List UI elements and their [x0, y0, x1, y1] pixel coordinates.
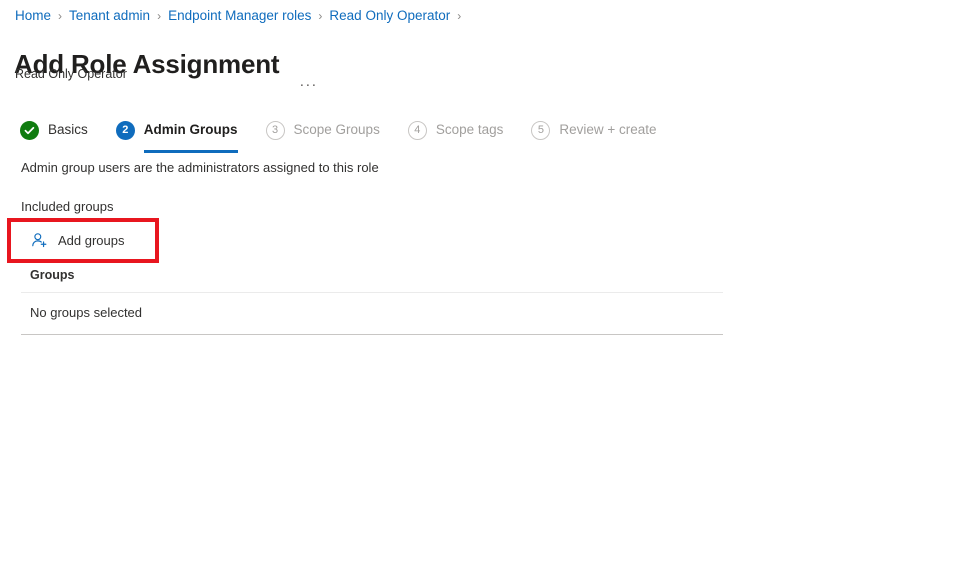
annotation-highlight-box: Add groups: [7, 218, 159, 263]
wizard-step-label-admin-groups: Admin Groups: [143, 122, 238, 137]
step-number-badge: 3: [265, 120, 285, 140]
breadcrumb-separator-icon: ›: [157, 9, 162, 23]
wizard-step-label-scope-groups: Scope Groups: [293, 122, 380, 137]
step-number-badge: 5: [531, 120, 551, 140]
wizard-step-admin-groups[interactable]: 2 Admin Groups: [115, 117, 238, 153]
check-icon: [20, 120, 39, 140]
add-user-icon: [31, 232, 58, 249]
breadcrumb-link-read-only-operator[interactable]: Read Only Operator: [329, 7, 450, 25]
wizard-step-review-create[interactable]: 5 Review + create: [531, 117, 657, 149]
section-description: Admin group users are the administrators…: [21, 160, 379, 175]
groups-table: Groups No groups selected: [21, 264, 723, 335]
page-subtitle: Read Only Operator: [15, 67, 127, 81]
wizard-step-label-basics: Basics: [48, 122, 88, 137]
wizard-step-label-scope-tags: Scope tags: [435, 122, 504, 137]
active-step-underline: [143, 150, 238, 153]
wizard-step-label-review-create: Review + create: [559, 122, 657, 137]
step-number-badge: 2: [115, 120, 135, 140]
breadcrumb-separator-icon: ›: [318, 9, 323, 23]
wizard-steps: Basics 2 Admin Groups 3 Scope Groups 4 S…: [20, 117, 685, 153]
wizard-step-basics[interactable]: Basics: [20, 117, 88, 149]
more-options-icon[interactable]: ···: [295, 77, 321, 92]
table-row: No groups selected: [21, 293, 723, 335]
table-column-header-groups[interactable]: Groups: [21, 264, 723, 293]
breadcrumb: Home › Tenant admin › Endpoint Manager r…: [15, 7, 468, 25]
page-header: Add Role Assignment ···: [14, 31, 321, 98]
step-number-badge: 4: [407, 120, 427, 140]
breadcrumb-link-tenant-admin[interactable]: Tenant admin: [69, 7, 150, 25]
breadcrumb-separator-icon: ›: [58, 9, 63, 23]
breadcrumb-link-home[interactable]: Home: [15, 7, 51, 25]
included-groups-label: Included groups: [21, 199, 114, 214]
breadcrumb-separator-icon: ›: [457, 9, 462, 23]
add-groups-label: Add groups: [58, 232, 125, 248]
wizard-step-scope-tags[interactable]: 4 Scope tags: [407, 117, 504, 149]
add-groups-button[interactable]: Add groups: [11, 222, 155, 259]
breadcrumb-link-endpoint-manager-roles[interactable]: Endpoint Manager roles: [168, 7, 311, 25]
wizard-step-scope-groups[interactable]: 3 Scope Groups: [265, 117, 380, 149]
